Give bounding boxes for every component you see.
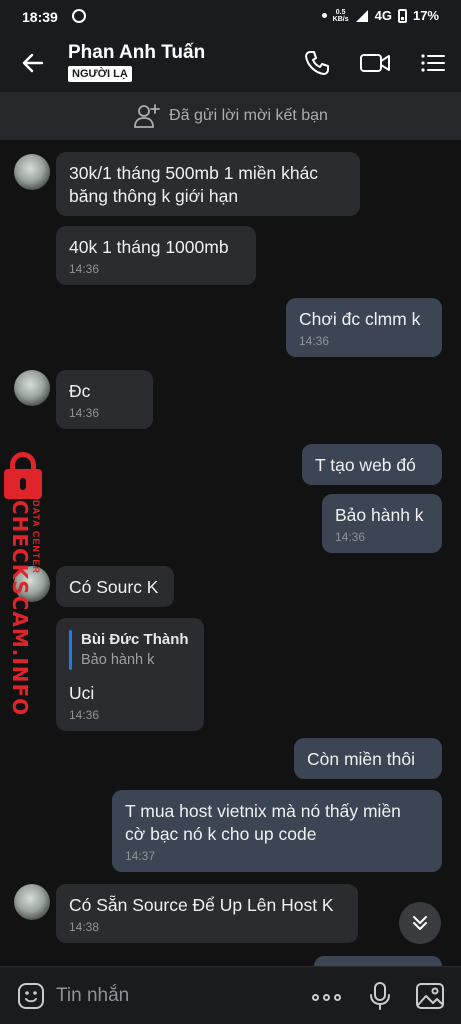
avatar[interactable]	[14, 154, 50, 190]
network-speed: 0.5 KB/s	[333, 9, 349, 23]
quoted-message[interactable]: Bùi Đức Thành Bảo hành k	[69, 630, 191, 670]
message-text: T mua host vietnix mà nó thấy miền	[125, 801, 401, 821]
message-input-bar: Tin nhắn	[0, 966, 461, 1024]
phone-icon[interactable]	[302, 48, 332, 78]
message-time: 14:37	[125, 849, 156, 863]
network-speed-unit: KB/s	[332, 15, 349, 23]
notification-dot-icon	[321, 13, 327, 18]
message-bubble[interactable]: Có Sourc K	[56, 566, 174, 607]
message-text: Có Sẵn Source Để Up Lên Host K	[69, 895, 334, 915]
signal-icon	[355, 9, 368, 22]
message-time: 14:36	[335, 530, 366, 544]
message-text: băng thông k giới hạn	[69, 186, 239, 206]
stranger-badge: NGƯỜI LẠ	[68, 66, 132, 82]
avatar[interactable]	[14, 370, 50, 406]
message-bubble[interactable]: T tạo web đó	[302, 444, 442, 485]
more-dot	[334, 994, 341, 1001]
menu-list-icon[interactable]	[418, 48, 448, 78]
message-text: Chơi đc clmm k	[299, 309, 421, 329]
battery-icon	[397, 8, 407, 23]
emoji-icon[interactable]	[16, 981, 46, 1011]
back-arrow-icon[interactable]	[16, 46, 50, 80]
message-bubble[interactable]: Chơi đc clmm k 14:36	[286, 298, 442, 357]
chat-header: Phan Anh Tuấn NGƯỜI LẠ	[0, 34, 461, 92]
add-person-icon	[134, 104, 160, 128]
quote-author: Bùi Đức Thành	[81, 631, 189, 648]
quote-bar	[69, 630, 72, 670]
watermark-subtext: DATA CENTER	[31, 500, 41, 574]
double-chevron-down-icon	[413, 916, 427, 930]
status-time: 18:39	[22, 9, 58, 25]
message-time: 14:36	[69, 262, 100, 276]
lock-body	[4, 469, 42, 499]
friend-request-text: Đã gửi lời mời kết bạn	[169, 107, 328, 124]
watermark: CHECKSCAM.INFO DATA CENTER	[2, 452, 46, 716]
battery-level: 17%	[412, 8, 439, 23]
message-text: Đc	[69, 381, 91, 401]
message-bubble[interactable]: 30k/1 tháng 500mb 1 miền khác băng thông…	[56, 152, 360, 216]
message-text: Còn miền thôi	[307, 749, 415, 769]
microphone-icon[interactable]	[366, 981, 394, 1011]
message-text: T tạo web đó	[315, 455, 416, 475]
more-dot	[312, 994, 319, 1001]
watermark-text: CHECKSCAM.INFO	[8, 500, 32, 717]
video-call-icon[interactable]	[358, 48, 392, 78]
network-speed-value: 0.5	[335, 8, 346, 16]
status-bar: 18:39 0.5 KB/s 4G 17%	[0, 0, 461, 34]
more-dot	[323, 994, 330, 1001]
message-text: Bảo hành k	[335, 505, 424, 525]
message-time: 14:36	[299, 334, 330, 348]
message-text: 30k/1 tháng 500mb 1 miền khác	[69, 163, 319, 183]
message-text: Có Sourc K	[69, 577, 159, 597]
message-bubble[interactable]: Bảo hành k 14:36	[322, 494, 442, 553]
message-bubble[interactable]: Đc 14:36	[56, 370, 153, 429]
message-bubble[interactable]: 40k 1 tháng 1000mb 14:36	[56, 226, 256, 285]
message-text: Uci	[69, 683, 95, 703]
friend-request-bar: Đã gửi lời mời kết bạn	[0, 92, 461, 140]
image-icon[interactable]	[414, 981, 446, 1011]
message-text: 40k 1 tháng 1000mb	[69, 237, 229, 257]
sync-icon	[72, 9, 86, 23]
scroll-down-button[interactable]	[399, 902, 441, 944]
message-input[interactable]: Tin nhắn	[56, 985, 129, 1007]
message-time: 14:38	[69, 920, 100, 934]
avatar[interactable]	[14, 884, 50, 920]
more-options-icon[interactable]	[312, 994, 341, 1001]
reply-message-bubble[interactable]: Bùi Đức Thành Bảo hành k Uci 14:36	[56, 618, 204, 731]
status-right: 0.5 KB/s 4G 17%	[321, 8, 439, 23]
message-bubble[interactable]: Có Sẵn Source Để Up Lên Host K 14:38	[56, 884, 358, 943]
network-type: 4G	[374, 8, 392, 23]
message-time: 14:36	[69, 406, 100, 420]
message-time: 14:36	[69, 708, 100, 722]
quote-text: Bảo hành k	[81, 652, 155, 668]
message-bubble[interactable]: Còn miền thôi	[294, 738, 442, 779]
message-bubble-partial[interactable]	[314, 956, 442, 966]
message-text: cờ bạc nó k cho up code	[125, 824, 317, 844]
chat-area[interactable]: 30k/1 tháng 500mb 1 miền khác băng thông…	[0, 140, 461, 966]
contact-name[interactable]: Phan Anh Tuấn	[68, 42, 205, 64]
message-bubble[interactable]: T mua host vietnix mà nó thấy miền cờ bạ…	[112, 790, 442, 872]
